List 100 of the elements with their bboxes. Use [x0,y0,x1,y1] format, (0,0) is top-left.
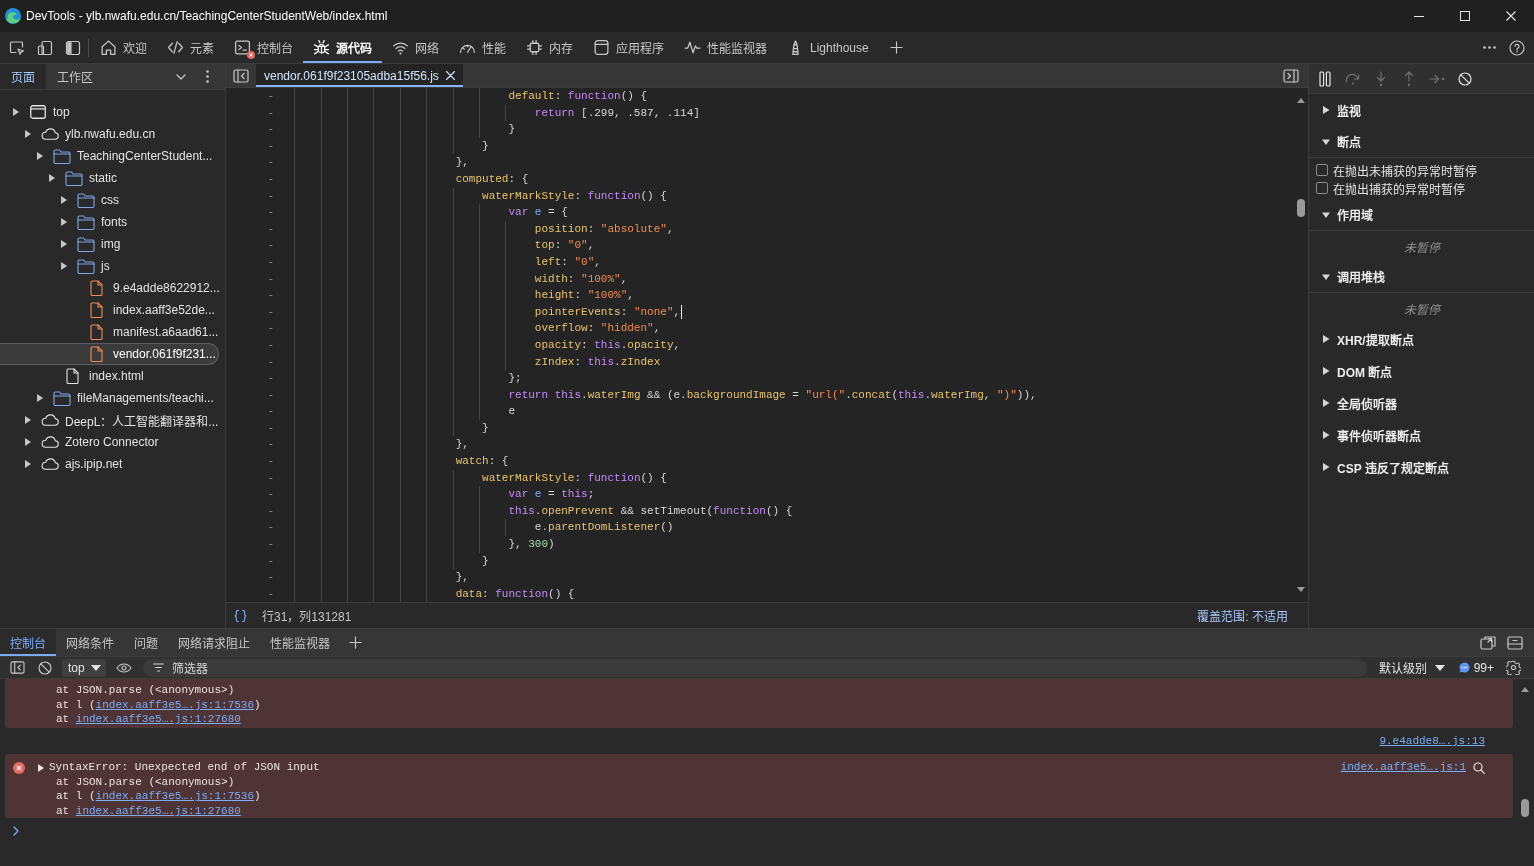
panel-icon[interactable] [1506,635,1523,650]
expand-arrow-icon[interactable] [37,152,43,160]
tree-item[interactable]: index.aaff3e52de... [0,299,219,321]
expand-arrow-icon[interactable] [25,460,31,468]
drawer-tab[interactable]: 控制台 [0,629,56,657]
panel-tab[interactable]: Lighthouse [777,32,879,63]
add-tab-icon[interactable] [348,636,362,650]
section-header[interactable]: CSP 违反了规定断点 [1309,451,1534,483]
section-header[interactable]: XHR/提取断点 [1309,323,1534,355]
scroll-down-icon[interactable] [1297,587,1305,593]
settings-icon[interactable] [1506,660,1521,676]
tree-item[interactable]: img [0,233,219,255]
drawer-tab[interactable]: 网络条件 [56,629,124,657]
search-icon[interactable] [1473,761,1485,774]
context-dropdown[interactable]: top [62,658,106,677]
source-link[interactable]: index.aaff3e5….js:1 [1340,760,1466,775]
expand-arrow-icon[interactable] [13,108,19,116]
panel-tab[interactable]: 源代码 [303,32,382,63]
expand-arrow-icon[interactable] [61,262,67,270]
checkbox[interactable] [1316,164,1328,176]
drawer-tab[interactable]: 问题 [124,629,168,657]
circle-slash-icon[interactable] [38,660,52,675]
expand-arrow-icon[interactable] [61,218,67,226]
section-header[interactable]: 监视 [1309,94,1534,126]
section-header[interactable]: 断点 [1309,126,1534,158]
expand-arrow-icon[interactable] [49,174,55,182]
tree-item[interactable]: DeepL：人工智能翻译器和... [0,409,219,431]
minimize-icon[interactable] [1414,15,1424,17]
tree-item[interactable]: 9.e4adde8622912... [0,277,219,299]
panel-tab[interactable]: 性能 [449,32,516,63]
tree-item[interactable]: static [0,167,219,189]
step-into-icon[interactable] [1376,70,1386,87]
tree-item[interactable]: ajs.ipip.net [0,453,219,475]
source-link[interactable]: index.aaff3e5….js:1:27680 [75,713,241,726]
tree-item[interactable]: ylb.nwafu.edu.cn [0,123,219,145]
step-over-icon[interactable] [1345,72,1361,85]
braces-icon[interactable] [234,608,247,623]
expand-arrow-icon[interactable] [61,196,67,204]
panel-tab[interactable]: 应用程序 [583,32,674,63]
close-icon[interactable] [1506,11,1516,21]
tree-item[interactable]: css [0,189,219,211]
tree-item[interactable]: Zotero Connector [0,431,219,453]
section-header[interactable]: 全局侦听器 [1309,387,1534,419]
scrollbar-thumb[interactable] [1297,199,1305,217]
prompt-icon[interactable] [13,825,19,836]
maximize-icon[interactable] [1460,11,1470,21]
step-icon[interactable] [1429,73,1445,84]
expand-arrow-icon[interactable] [25,416,31,424]
expand-arrow-icon[interactable] [38,763,44,772]
section-header[interactable]: DOM 断点 [1309,355,1534,387]
panel-tab[interactable]: 元素 [157,32,224,63]
scroll-up-icon[interactable] [1521,687,1529,693]
device-icon[interactable] [37,39,53,56]
panel-tab[interactable]: 网络 [382,32,449,63]
file-tab[interactable]: vendor.061f9f23105adba15f56.js [256,64,463,87]
sidebar-toggle-icon[interactable] [10,661,25,675]
expand-arrow-icon[interactable] [25,438,31,446]
drawer-tab[interactable]: 网络请求阻止 [168,629,260,657]
more-icon[interactable] [1482,46,1496,49]
scroll-up-icon[interactable] [1297,98,1305,103]
panel-tab[interactable]: 工作区 [46,64,104,89]
tree-item[interactable]: fileManagements/teachi... [0,387,219,409]
expand-arrow-icon[interactable] [61,240,67,248]
add-tab-icon[interactable] [890,41,904,54]
section-header[interactable]: 作用域 [1309,199,1534,231]
coverage-link[interactable]: 覆盖范围: 不适用 [1197,607,1288,625]
sidebar-toggle-icon[interactable] [233,68,249,83]
dock-icon[interactable] [65,39,81,56]
tree-item[interactable]: top [0,101,219,123]
tree-item[interactable]: manifest.a6aad61... [0,321,219,343]
eye-icon[interactable] [115,662,132,673]
panel-tab[interactable]: 欢迎 [90,32,157,63]
step-out-icon[interactable] [1404,70,1414,87]
tree-item[interactable]: vendor.061f9f231... [0,343,219,365]
inspect-icon[interactable] [9,39,25,56]
tree-item[interactable]: fonts [0,211,219,233]
section-header[interactable]: 调用堆栈 [1309,261,1534,293]
panel-tab[interactable]: 性能监视器 [674,32,777,63]
source-link[interactable]: index.aaff3e5….js:1:27680 [75,804,241,817]
chevron-down-icon[interactable] [175,73,186,80]
tree-item[interactable]: TeachingCenterStudent... [0,145,219,167]
sidebar-toggle-icon[interactable] [1283,68,1299,83]
pause-icon[interactable] [1319,70,1331,87]
tree-item[interactable]: js [0,255,219,277]
source-link[interactable]: index.aaff3e5….js:1:7536 [95,790,255,803]
circle-slash-icon[interactable] [1458,71,1472,86]
help-icon[interactable] [1509,39,1525,56]
more-vertical-icon[interactable] [206,70,209,83]
panel-tab[interactable]: 页面 [0,64,46,89]
level-dropdown[interactable]: 默认级别 [1378,659,1445,677]
panel-tab[interactable]: 内存 [516,32,583,63]
expand-arrow-icon[interactable] [25,130,31,138]
checkbox[interactable] [1316,182,1328,194]
filter-field[interactable]: 筛选器 [142,658,1367,677]
tree-item[interactable]: index.html [0,365,219,387]
panel-tab[interactable]: 控制台 [224,32,303,63]
issues-button[interactable]: 99+ [1458,660,1494,675]
drawer-tab[interactable]: 性能监视器 [260,629,340,657]
close-icon[interactable] [445,71,455,80]
source-link[interactable]: 9.e4adde8….js:13 [1379,733,1485,749]
